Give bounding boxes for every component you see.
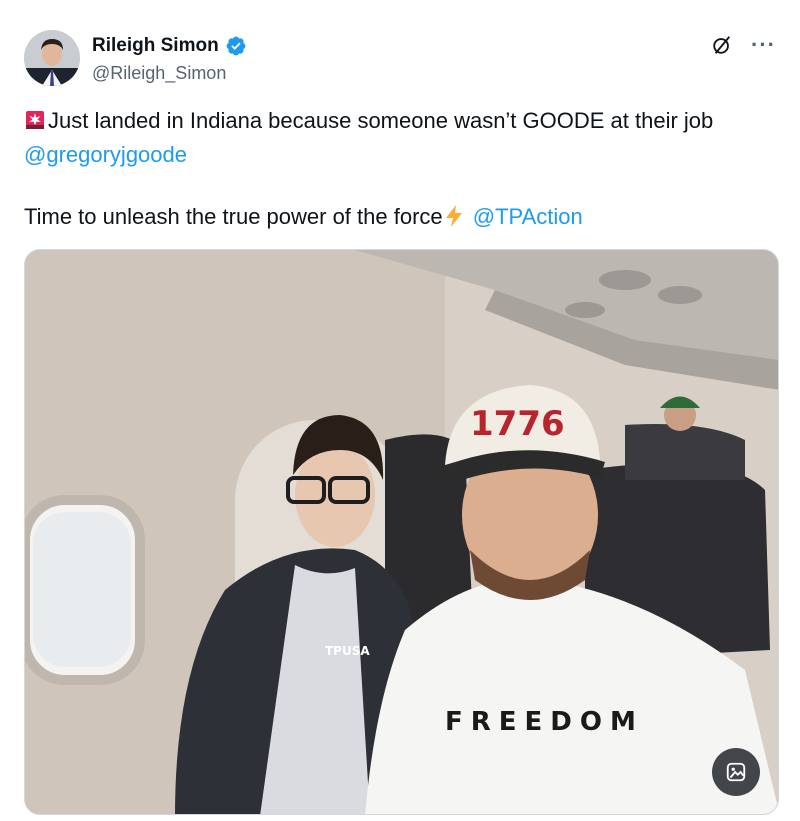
tweet-photo[interactable]: FREEDOM 1776 TPUSA [24, 249, 779, 815]
cap-text: 1776 [470, 404, 565, 444]
jacket-logo: TPUSA [325, 644, 370, 658]
mention-tpaction[interactable]: @TPAction [473, 204, 583, 229]
handle[interactable]: @Rileigh_Simon [92, 63, 247, 84]
name-row: Rileigh Simon [92, 34, 247, 58]
mention-gregoryjgoode[interactable]: @gregoryjgoode [24, 138, 784, 172]
lightning-bolt-icon [445, 205, 462, 227]
tweet-line-2-text: Time to unleash the true power of the fo… [24, 204, 443, 229]
image-options-icon [726, 762, 746, 782]
verified-badge-icon[interactable] [225, 35, 247, 57]
tweet-text: Just landed in Indiana because someone w… [24, 104, 784, 234]
tweet-line-2: Time to unleash the true power of the fo… [24, 200, 784, 234]
author-info: Rileigh Simon @Rileigh_Simon [92, 34, 247, 84]
display-name[interactable]: Rileigh Simon [92, 35, 219, 57]
grok-icon[interactable] [711, 34, 733, 56]
airplane-selfie-image: FREEDOM 1776 TPUSA [25, 250, 778, 814]
more-options-icon[interactable]: ··· [751, 34, 776, 56]
tweet-line-1: Just landed in Indiana because someone w… [24, 104, 784, 138]
avatar-image [24, 30, 80, 86]
siren-icon [26, 111, 44, 129]
tweet-card: Rileigh Simon @Rileigh_Simon ··· Just la… [0, 0, 800, 821]
image-options-button[interactable] [712, 748, 760, 796]
shirt-text: FREEDOM [445, 707, 644, 737]
top-actions: ··· [711, 34, 776, 56]
avatar[interactable] [24, 30, 80, 86]
tweet-line-1-text: Just landed in Indiana because someone w… [48, 108, 714, 133]
